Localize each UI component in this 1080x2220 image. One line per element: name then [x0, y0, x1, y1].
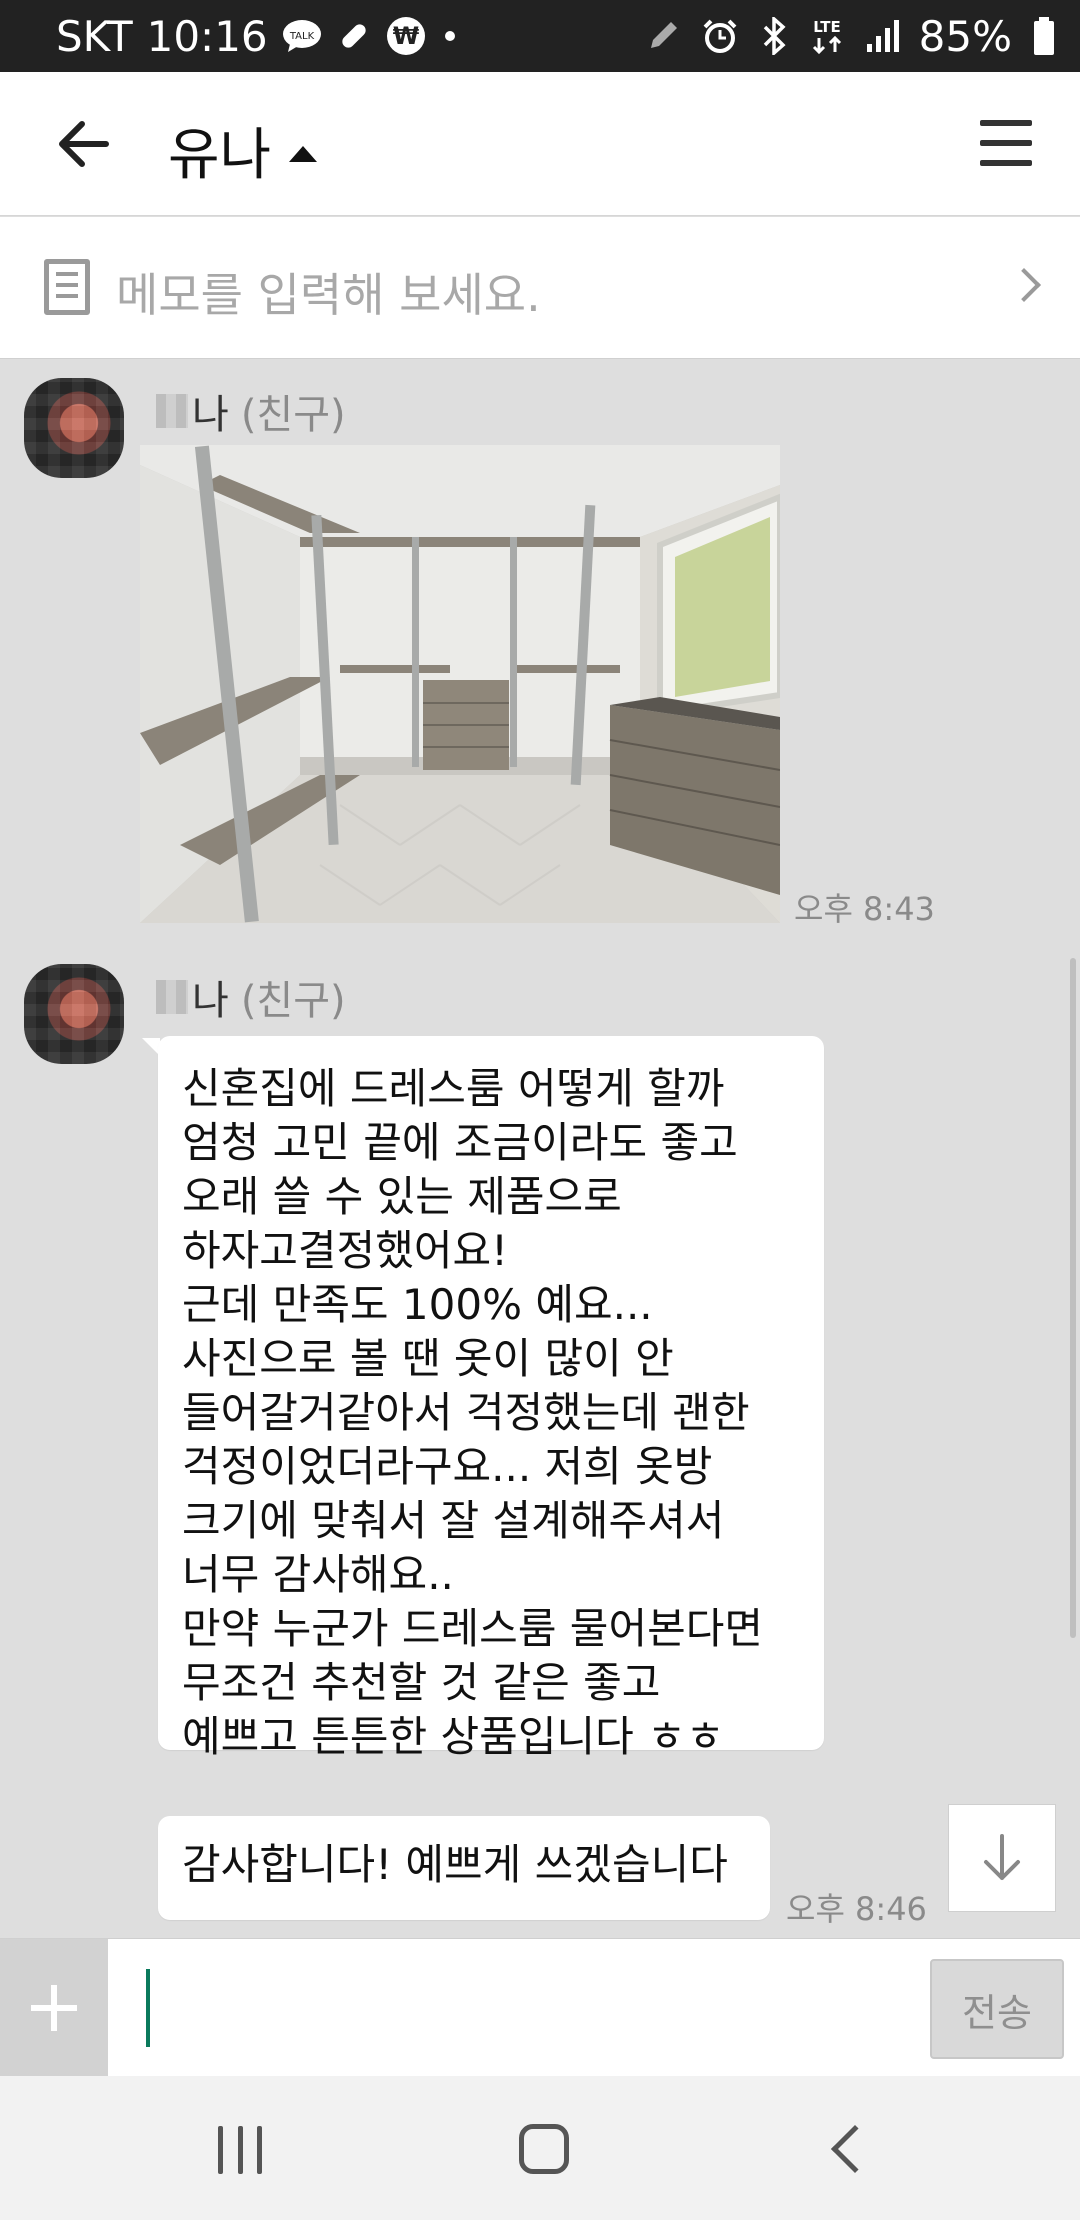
- lte-icon: LTE: [809, 16, 845, 56]
- hamburger-line: [980, 160, 1032, 166]
- blurred-name: [156, 980, 188, 1014]
- memo-icon: [44, 259, 90, 315]
- bluetooth-icon: [759, 17, 789, 55]
- scroll-to-bottom-button[interactable]: [948, 1804, 1056, 1912]
- text-cursor: [146, 1969, 150, 2047]
- svg-text:₩: ₩: [392, 22, 419, 50]
- add-attachment-button[interactable]: [0, 1939, 108, 2077]
- dot-icon: [440, 26, 460, 46]
- status-bar: SKT 10:16 TALK ₩ LTE 85%: [0, 0, 1080, 72]
- plus-icon-stroke: [51, 1985, 57, 2031]
- sender-name-suffix: 나: [192, 392, 229, 438]
- recents-icon: [218, 2126, 223, 2174]
- pen-icon: [645, 18, 681, 54]
- sender-name-suffix: 나: [192, 978, 229, 1024]
- battery-icon: [1032, 16, 1056, 56]
- alarm-icon: [701, 17, 739, 55]
- sender-name: 나 (친구): [156, 968, 346, 1026]
- home-button[interactable]: [519, 2124, 569, 2174]
- blurred-name: [156, 394, 188, 428]
- chat-title-label: 유나: [168, 123, 272, 188]
- memo-placeholder: 메모를 입력해 보세요.: [116, 268, 541, 322]
- chat-header: 유나: [0, 72, 1080, 216]
- chevron-right-icon: [1007, 268, 1041, 302]
- message-bubble[interactable]: 신혼집에 드레스룸 어떻게 할까 엄청 고민 끝에 조금이라도 좋고 오래 쓸 …: [158, 1036, 824, 1761]
- avatar[interactable]: [24, 378, 124, 478]
- caret-up-icon: [289, 145, 318, 162]
- arrow-down-icon: [984, 1834, 1020, 1880]
- chat-area[interactable]: 나 (친구) 오후 8:43 나 (친구) 신혼집에 드레스룸 어떻게 할까 엄…: [0, 360, 1080, 1938]
- scrollbar[interactable]: [1070, 958, 1076, 1638]
- chat-title[interactable]: 유나: [168, 110, 318, 191]
- battery-percent: 85%: [918, 11, 1012, 61]
- clock-label: 10:16: [146, 11, 268, 61]
- link-icon: [336, 18, 372, 54]
- memo-bar[interactable]: 메모를 입력해 보세요.: [0, 217, 1080, 359]
- message-input[interactable]: [140, 1959, 910, 2057]
- svg-text:TALK: TALK: [289, 31, 315, 42]
- system-navigation-bar: [0, 2076, 1080, 2220]
- svg-text:LTE: LTE: [813, 18, 841, 36]
- signal-icon: [865, 18, 899, 54]
- hamburger-icon: [980, 120, 1032, 126]
- system-back-button[interactable]: [830, 2124, 880, 2174]
- sender-tag: (친구): [240, 978, 346, 1024]
- recents-icon-bar: [237, 2126, 243, 2174]
- avatar[interactable]: [24, 964, 124, 1064]
- message-input-bar: 전송: [0, 1938, 1080, 2077]
- hamburger-line: [980, 140, 1032, 146]
- sender-tag: (친구): [240, 392, 346, 438]
- message-bubble[interactable]: 감사합니다! 예쁘게 쓰겠습니다: [158, 1816, 770, 1920]
- sender-name: 나 (친구): [156, 382, 346, 440]
- menu-button[interactable]: [980, 120, 1032, 166]
- message-time: 오후 8:43: [794, 890, 935, 928]
- carrier-label: SKT: [56, 11, 133, 61]
- send-button[interactable]: 전송: [930, 1959, 1064, 2059]
- back-button[interactable]: [52, 112, 116, 176]
- dressroom-photo[interactable]: [140, 445, 780, 923]
- recents-button[interactable]: [218, 2126, 262, 2174]
- recents-icon-bar: [257, 2126, 262, 2174]
- arrow-left-icon: [59, 121, 109, 167]
- message-time: 오후 8:46: [786, 1890, 927, 1928]
- talk-icon: TALK: [282, 18, 322, 54]
- won-icon: ₩: [386, 16, 426, 56]
